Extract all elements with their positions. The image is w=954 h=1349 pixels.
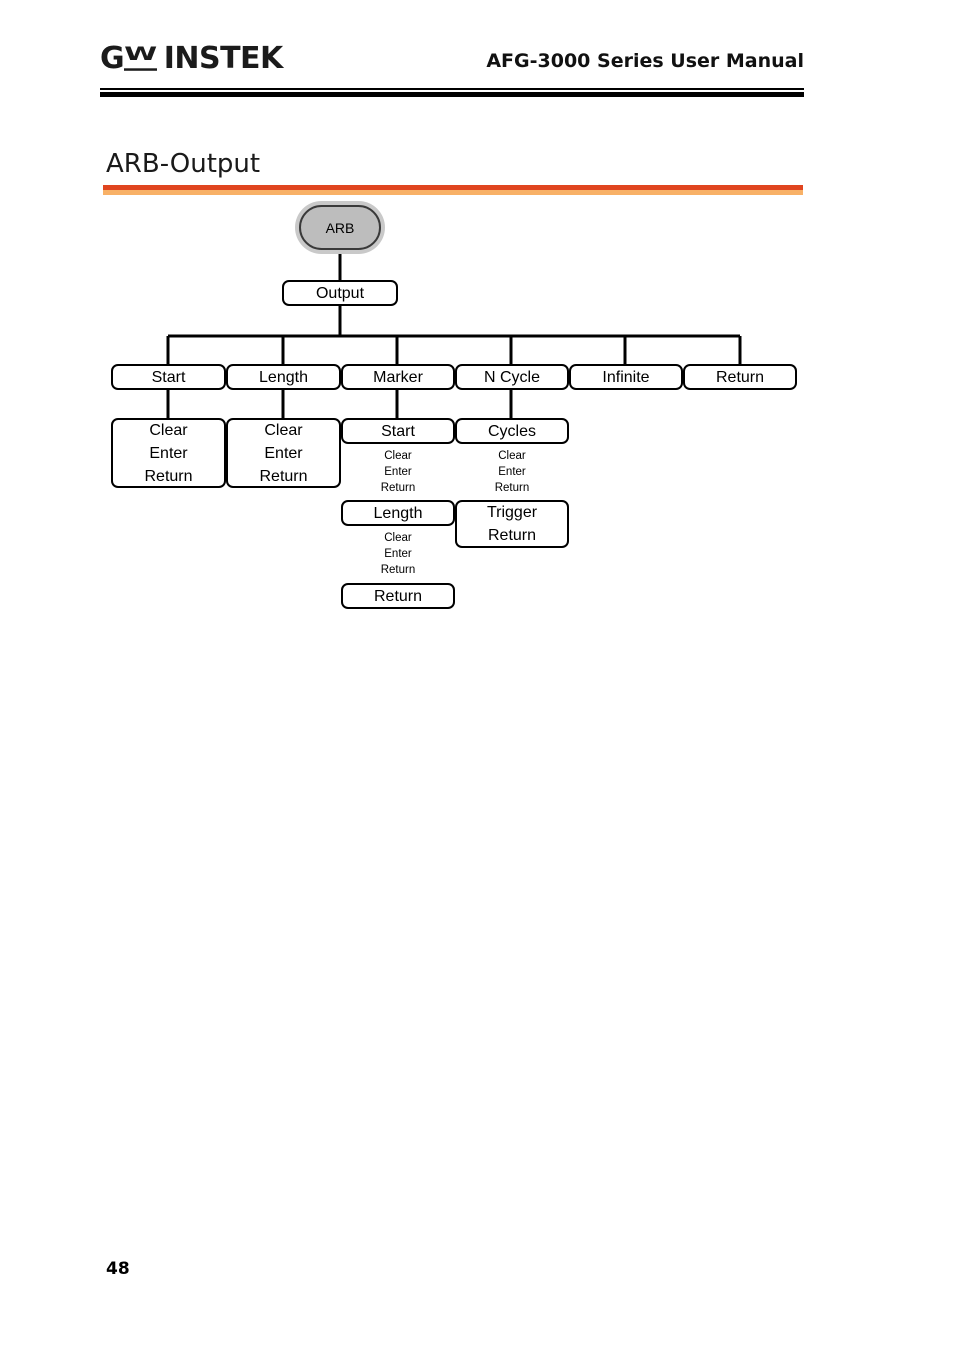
diagram-connectors — [166, 250, 742, 418]
cycles-clear: Clear — [498, 450, 526, 462]
start-option-clear: Clear — [149, 421, 188, 439]
marker-length-return: Return — [380, 564, 416, 576]
page-number: 48 — [106, 1259, 130, 1279]
node-start-label: Start — [151, 368, 186, 386]
cycles-enter: Enter — [498, 466, 526, 478]
marker-start-clear: Clear — [384, 450, 412, 462]
node-marker-label: Marker — [373, 368, 423, 386]
node-arb-label: ARB — [325, 219, 355, 236]
arb-output-menu-tree: ARB Output Start Length Marker N Cycle I… — [0, 0, 954, 1349]
node-marker-return[interactable]: Return — [341, 583, 455, 609]
node-cycles-label: Cycles — [487, 422, 536, 440]
node-marker-start-label: Start — [381, 422, 415, 440]
start-option-return: Return — [144, 467, 193, 485]
node-marker-length-label: Length — [373, 504, 423, 522]
node-length-label: Length — [259, 368, 308, 386]
node-n-cycle[interactable]: N Cycle — [455, 364, 569, 390]
marker-start-enter: Enter — [384, 466, 412, 478]
marker-length-enter: Enter — [384, 548, 412, 560]
node-cycles[interactable]: Cycles — [455, 418, 569, 444]
node-length-options[interactable]: Clear Enter Return — [226, 418, 341, 488]
node-marker-return-label: Return — [373, 587, 423, 605]
node-infinite[interactable]: Infinite — [569, 364, 683, 390]
marker-length-clear: Clear — [384, 532, 412, 544]
length-option-return: Return — [259, 467, 308, 485]
node-length[interactable]: Length — [226, 364, 341, 390]
node-trigger-return[interactable]: Trigger Return — [455, 500, 569, 548]
node-marker-start[interactable]: Start — [341, 418, 455, 444]
marker-length-options: Clear Enter Return — [341, 530, 455, 578]
node-return-top-label: Return — [715, 368, 765, 386]
node-return-top[interactable]: Return — [683, 364, 797, 390]
node-trigger-return-label: Return — [487, 527, 537, 544]
node-marker[interactable]: Marker — [341, 364, 455, 390]
node-output[interactable]: Output — [282, 280, 398, 306]
length-option-clear: Clear — [264, 421, 303, 439]
start-option-enter: Enter — [149, 444, 188, 462]
node-marker-length[interactable]: Length — [341, 500, 455, 526]
node-infinite-label: Infinite — [602, 368, 650, 386]
marker-start-options: Clear Enter Return — [341, 448, 455, 496]
length-option-enter: Enter — [264, 444, 303, 462]
node-start-options[interactable]: Clear Enter Return — [111, 418, 226, 488]
node-trigger-label: Trigger — [486, 504, 538, 521]
cycles-options: Clear Enter Return — [455, 448, 569, 496]
node-start[interactable]: Start — [111, 364, 226, 390]
node-output-label: Output — [315, 284, 365, 302]
marker-start-return: Return — [380, 482, 416, 494]
node-n-cycle-label: N Cycle — [483, 368, 540, 386]
cycles-return: Return — [494, 482, 530, 494]
node-arb-root[interactable]: ARB — [299, 205, 381, 250]
